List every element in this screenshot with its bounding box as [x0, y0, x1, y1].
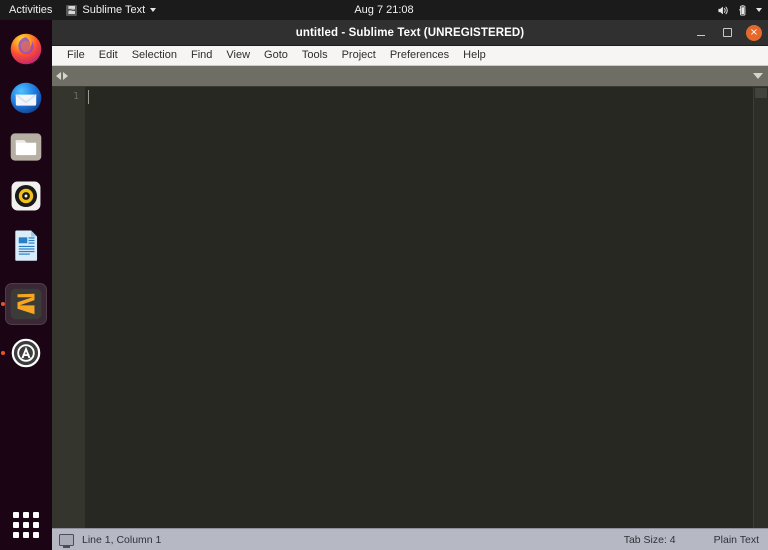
cursor-position-label: Line 1, Column 1 [82, 533, 162, 546]
show-applications-button[interactable] [13, 512, 39, 538]
minimap[interactable] [753, 87, 768, 528]
rhythmbox-icon [11, 181, 41, 211]
activities-button[interactable]: Activities [0, 0, 60, 20]
menu-goto[interactable]: Goto [257, 46, 295, 65]
line-number: 1 [72, 91, 79, 102]
system-tray[interactable] [716, 0, 762, 20]
menu-find[interactable]: Find [184, 46, 219, 65]
thunderbird-icon [10, 82, 42, 114]
menu-tools[interactable]: Tools [295, 46, 335, 65]
menu-project[interactable]: Project [335, 46, 383, 65]
menu-view[interactable]: View [219, 46, 257, 65]
grid-dot [23, 532, 29, 538]
folder-icon [10, 133, 42, 161]
running-indicator-dot [1, 302, 5, 306]
chevron-down-icon [150, 8, 157, 12]
chevron-right-icon[interactable] [63, 72, 68, 80]
menu-help[interactable]: Help [456, 46, 493, 65]
chevron-left-icon[interactable] [56, 72, 61, 80]
editor-area: 1 [52, 87, 768, 528]
volume-speaker-icon[interactable] [716, 4, 729, 17]
window-titlebar[interactable]: untitled - Sublime Text (UNREGISTERED) × [52, 20, 768, 46]
close-button[interactable]: × [746, 24, 762, 41]
tab-size-button[interactable]: Tab Size: 4 [624, 534, 676, 546]
code-input[interactable] [85, 87, 753, 528]
chevron-down-icon[interactable] [753, 73, 763, 79]
text-caret [88, 90, 89, 104]
running-indicator-dot [1, 351, 5, 355]
grid-dot [13, 522, 19, 528]
activities-label: Activities [9, 4, 53, 16]
menu-preferences[interactable]: Preferences [383, 46, 456, 65]
menu-file[interactable]: File [60, 46, 92, 65]
sublime-text-icon [10, 288, 42, 320]
grid-dot [13, 532, 19, 538]
minimize-button[interactable] [692, 24, 709, 41]
window-controls: × [692, 20, 762, 45]
tab-bar [52, 66, 768, 87]
app-menu-button[interactable]: Sublime Text [60, 0, 162, 20]
chevron-down-icon[interactable] [756, 8, 762, 12]
dock-item-firefox[interactable] [5, 28, 47, 70]
ubuntu-dock [0, 20, 52, 550]
maximize-button[interactable] [719, 24, 736, 41]
status-bar: Line 1, Column 1 Tab Size: 4 Plain Text [52, 528, 768, 550]
menu-edit[interactable]: Edit [92, 46, 125, 65]
minimap-viewport-thumb[interactable] [755, 88, 767, 98]
dock-item-rhythmbox[interactable] [5, 175, 47, 217]
status-bar-right: Tab Size: 4 Plain Text [624, 534, 759, 546]
dock-item-libreoffice-writer[interactable] [5, 224, 47, 266]
clock-label: Aug 7 21:08 [354, 4, 414, 16]
dock-item-files[interactable] [5, 126, 47, 168]
status-bar-left: Line 1, Column 1 [59, 533, 162, 548]
grid-dot [23, 522, 29, 528]
grid-dot [33, 532, 39, 538]
line-number-gutter: 1 [52, 87, 85, 528]
window-title: untitled - Sublime Text (UNREGISTERED) [295, 26, 525, 39]
gnome-top-bar: Activities Sublime Text Aug 7 21:08 [0, 0, 768, 20]
grid-dot [33, 522, 39, 528]
menu-selection[interactable]: Selection [125, 46, 184, 65]
grid-dot [33, 512, 39, 518]
grid-dot [13, 512, 19, 518]
tab-scroll-controls [56, 72, 68, 80]
app-menu-label: Sublime Text [82, 4, 146, 16]
syntax-button[interactable]: Plain Text [714, 534, 759, 546]
menu-bar: File Edit Selection Find View Goto Tools… [52, 46, 768, 66]
battery-icon[interactable] [736, 4, 749, 17]
sublime-text-icon [66, 4, 78, 16]
sublime-text-window: untitled - Sublime Text (UNREGISTERED) ×… [52, 20, 768, 550]
dock-item-sublime-text[interactable] [1, 283, 47, 325]
libreoffice-writer-icon [15, 230, 38, 261]
monitor-icon [59, 533, 74, 548]
ubuntu-software-icon [11, 338, 41, 368]
dock-item-ubuntu-software[interactable] [1, 332, 47, 374]
dock-item-thunderbird[interactable] [5, 77, 47, 119]
grid-dot [23, 512, 29, 518]
firefox-icon [10, 33, 42, 65]
